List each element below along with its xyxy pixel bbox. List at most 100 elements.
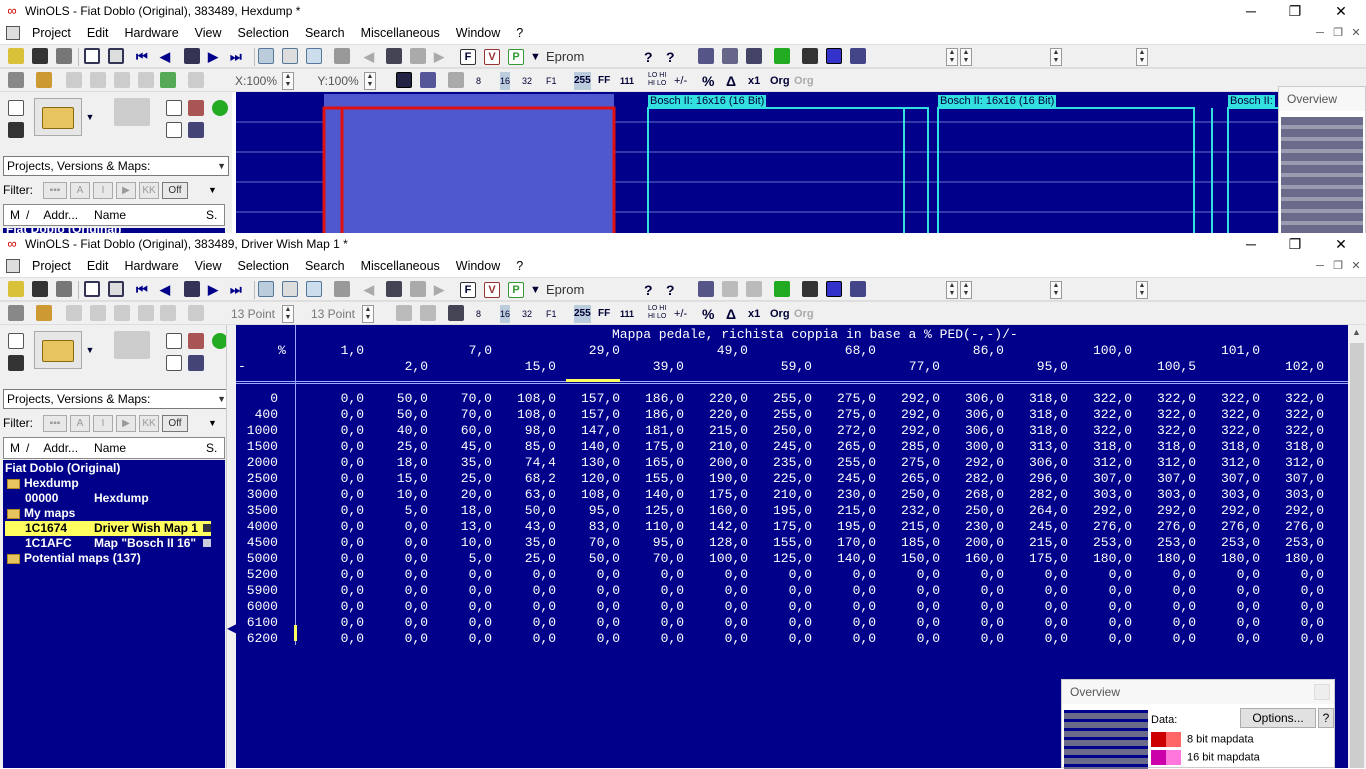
color-icon[interactable] xyxy=(826,48,842,66)
map-cell[interactable]: 292,0 xyxy=(1196,503,1260,518)
map-cell[interactable]: 70,0 xyxy=(428,407,492,422)
map-cell[interactable]: 296,0 xyxy=(1004,471,1068,486)
menu-edit[interactable]: Edit xyxy=(79,259,117,273)
map-cell[interactable]: 0,0 xyxy=(1004,567,1068,582)
splitter[interactable]: ◀ xyxy=(226,325,236,768)
map-cell[interactable]: 50,0 xyxy=(364,407,428,422)
map-cell[interactable]: 180,0 xyxy=(1196,551,1260,566)
menu-search[interactable]: Search xyxy=(297,259,353,273)
map-cell[interactable]: 253,0 xyxy=(1196,535,1260,550)
map-cell[interactable]: 0,0 xyxy=(940,631,1004,646)
3d-view-icon[interactable] xyxy=(306,281,322,299)
map-cell[interactable]: 157,0 xyxy=(556,391,620,406)
map-cell[interactable]: 70,0 xyxy=(556,535,620,550)
map-cell[interactable]: 215,0 xyxy=(812,503,876,518)
map-cell[interactable]: 307,0 xyxy=(1068,471,1132,486)
hexdump-graph[interactable]: Bosch II: 16x16 (16 Bit) Bosch II: 16x16… xyxy=(236,92,1278,236)
menu-window[interactable]: Window xyxy=(448,259,508,273)
map-cell[interactable]: 0,0 xyxy=(812,599,876,614)
minimize-button[interactable]: ─ xyxy=(1228,233,1274,255)
map-cell[interactable]: 292,0 xyxy=(876,423,940,438)
bits-16-icon[interactable]: 16 xyxy=(500,305,511,323)
options-button[interactable]: Options... xyxy=(1240,708,1316,728)
map-cell[interactable]: 0,0 xyxy=(1004,631,1068,646)
col-addr[interactable]: Addr... xyxy=(29,441,78,455)
map-cell[interactable]: 5,0 xyxy=(364,503,428,518)
original-icon[interactable]: Org xyxy=(770,72,790,90)
map-cell[interactable]: 108,0 xyxy=(556,487,620,502)
mdi-minimize-button[interactable]: ─ xyxy=(1310,22,1330,44)
map-cell[interactable]: 142,0 xyxy=(684,519,748,534)
map-cell[interactable]: 268,0 xyxy=(940,487,1004,502)
link-icon[interactable] xyxy=(334,281,350,299)
map-cell[interactable]: 0,0 xyxy=(748,583,812,598)
lohi-icon[interactable]: LO HI HI LO xyxy=(648,305,666,323)
map-cell[interactable]: 186,0 xyxy=(620,407,684,422)
tool-icon[interactable] xyxy=(8,281,24,299)
map-cell[interactable]: 0,0 xyxy=(492,615,556,630)
map-cell[interactable]: 253,0 xyxy=(1260,535,1324,550)
bits-32-icon[interactable]: 32 xyxy=(522,305,532,323)
map-cell[interactable]: 307,0 xyxy=(1132,471,1196,486)
map-cell[interactable]: 0,0 xyxy=(812,631,876,646)
map-cell[interactable]: 155,0 xyxy=(620,471,684,486)
map-cell[interactable]: 306,0 xyxy=(940,423,1004,438)
map-cell[interactable]: 100,0 xyxy=(684,551,748,566)
map-cell[interactable]: 200,0 xyxy=(940,535,1004,550)
help-icon[interactable]: ? xyxy=(644,48,653,66)
map-cell[interactable]: 0,0 xyxy=(556,583,620,598)
f-icon[interactable]: F xyxy=(460,48,476,66)
map-cell[interactable]: 264,0 xyxy=(1004,503,1068,518)
map-cell[interactable]: 312,0 xyxy=(1196,455,1260,470)
map-cell[interactable]: 25,0 xyxy=(364,439,428,454)
map-cell[interactable]: 60,0 xyxy=(428,423,492,438)
map-cell[interactable]: 140,0 xyxy=(620,487,684,502)
map-cell[interactable]: 0,0 xyxy=(684,599,748,614)
delta-icon[interactable]: Δ xyxy=(726,72,736,90)
map-cell[interactable]: 45,0 xyxy=(428,439,492,454)
menu-search[interactable]: Search xyxy=(297,26,353,40)
columns-icon[interactable] xyxy=(802,48,818,66)
minimize-button[interactable]: ─ xyxy=(1228,0,1274,22)
edit-icon[interactable] xyxy=(36,305,52,323)
menu-view[interactable]: View xyxy=(187,259,230,273)
overview-close-icon[interactable] xyxy=(1314,684,1330,700)
search-mode-2-icon[interactable] xyxy=(410,281,426,299)
2d-view-icon[interactable] xyxy=(282,48,298,66)
map-cell[interactable]: 285,0 xyxy=(876,439,940,454)
text-view-icon[interactable] xyxy=(258,48,274,66)
prev-icon[interactable]: ◀ xyxy=(160,48,170,66)
map-cell[interactable]: 318,0 xyxy=(1004,407,1068,422)
open-folder-icon[interactable] xyxy=(34,331,82,369)
map-cell[interactable]: 0,0 xyxy=(684,615,748,630)
original-2-icon[interactable]: Org xyxy=(794,305,814,323)
map-cell[interactable]: 120,0 xyxy=(556,471,620,486)
map-cell[interactable]: 5,0 xyxy=(428,551,492,566)
map-cell[interactable]: 50,0 xyxy=(364,391,428,406)
map-cell[interactable]: 275,0 xyxy=(812,407,876,422)
map-cell[interactable]: 0,0 xyxy=(1132,599,1196,614)
map-cell[interactable]: 165,0 xyxy=(620,455,684,470)
filter-btn-3[interactable]: I xyxy=(93,181,113,199)
map-cell[interactable]: 0,0 xyxy=(1196,599,1260,614)
search-mode-icon[interactable] xyxy=(386,48,402,66)
map-cell[interactable]: 0,0 xyxy=(876,631,940,646)
table-icon[interactable] xyxy=(448,305,464,323)
map-cell[interactable]: 85,0 xyxy=(492,439,556,454)
font-b-spin[interactable]: ▲ ▼ xyxy=(362,305,374,323)
spin-1[interactable]: ▲ ▼ xyxy=(946,281,958,299)
map-cell[interactable]: 10,0 xyxy=(428,535,492,550)
map-cell[interactable]: 322,0 xyxy=(1132,423,1196,438)
context-help-icon[interactable]: ? xyxy=(666,48,675,66)
wand-3-icon[interactable] xyxy=(746,48,762,66)
network-icon[interactable] xyxy=(212,100,228,118)
map-cell[interactable]: 110,0 xyxy=(620,519,684,534)
map-cell[interactable]: 18,0 xyxy=(364,455,428,470)
eprom-button[interactable]: Eprom xyxy=(546,48,606,66)
menu-help[interactable]: ? xyxy=(508,259,531,273)
compare-icon[interactable] xyxy=(108,48,124,66)
map-cell[interactable]: 13,0 xyxy=(428,519,492,534)
map-cell[interactable]: 276,0 xyxy=(1068,519,1132,534)
tree-item-bosch[interactable]: 1C1AFC Map "Bosch II 16" xyxy=(3,536,225,551)
collapse-arrow-icon[interactable]: ◀ xyxy=(227,621,236,635)
